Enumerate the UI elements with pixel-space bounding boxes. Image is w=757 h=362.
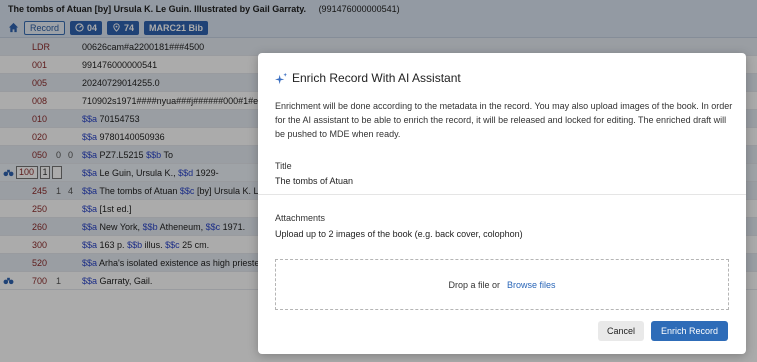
attachments-hint: Upload up to 2 images of the book (e.g. … bbox=[275, 229, 523, 239]
dialog-divider bbox=[258, 194, 746, 195]
browse-files-link[interactable]: Browse files bbox=[507, 280, 556, 290]
enrich-record-dialog: Enrich Record With AI Assistant Enrichme… bbox=[258, 53, 746, 354]
enrich-record-button[interactable]: Enrich Record bbox=[651, 321, 728, 341]
sparkle-icon bbox=[275, 72, 288, 84]
dialog-title-text: Enrich Record With AI Assistant bbox=[292, 71, 461, 85]
title-label: Title bbox=[275, 161, 292, 171]
dialog-description: Enrichment will be done according to the… bbox=[275, 101, 733, 139]
cancel-button[interactable]: Cancel bbox=[598, 321, 644, 341]
attachments-label: Attachments bbox=[275, 213, 326, 223]
title-value: The tombs of Atuan bbox=[275, 176, 354, 186]
drop-text: Drop a file or bbox=[448, 279, 500, 290]
dialog-title: Enrich Record With AI Assistant bbox=[275, 71, 461, 85]
file-dropzone[interactable]: Drop a file or Browse files bbox=[275, 259, 729, 310]
